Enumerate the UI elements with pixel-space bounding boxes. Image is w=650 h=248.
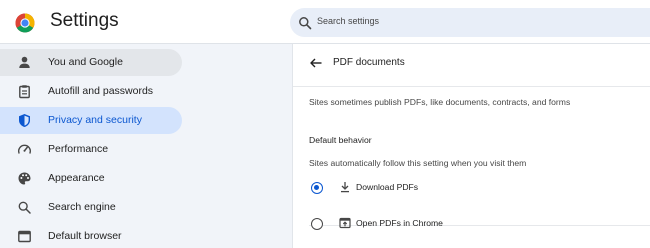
palette-icon (18, 172, 31, 185)
sidebar: You and Google Autofill and passwords Pr… (0, 44, 292, 248)
page-title: PDF documents (333, 57, 405, 68)
divider (293, 86, 650, 87)
search-placeholder: Search settings (317, 16, 380, 26)
sidebar-item-search-engine[interactable]: Search engine (0, 194, 182, 221)
option-open-pdfs-in-chrome[interactable]: Open PDFs in Chrome (293, 209, 650, 239)
top-bar: Settings Search settings (0, 0, 650, 44)
search-input[interactable]: Search settings (290, 8, 650, 37)
sidebar-item-privacy-and-security[interactable]: Privacy and security (0, 107, 182, 134)
download-icon (341, 182, 349, 193)
chrome-logo-icon (15, 13, 35, 33)
section-title: Default behavior (309, 135, 372, 145)
radio-button[interactable] (311, 182, 323, 194)
speedometer-icon (18, 144, 31, 154)
sidebar-item-label: Default browser (48, 230, 122, 242)
sidebar-item-default-browser[interactable]: Default browser (0, 223, 182, 248)
back-arrow-icon[interactable] (309, 56, 323, 70)
shield-icon (19, 114, 30, 127)
radio-button[interactable] (311, 218, 323, 230)
clipboard-icon (19, 85, 30, 99)
sidebar-item-autofill[interactable]: Autofill and passwords (0, 78, 182, 105)
open-in-browser-icon (339, 217, 351, 229)
page-description: Sites sometimes publish PDFs, like docum… (309, 97, 571, 107)
sidebar-item-performance[interactable]: Performance (0, 136, 182, 163)
search-icon (18, 201, 31, 214)
settings-page-pdf-documents: PDF documents Sites sometimes publish PD… (292, 44, 650, 248)
search-icon (299, 17, 312, 30)
option-download-pdfs[interactable]: Download PDFs (293, 173, 650, 203)
option-label: Open PDFs in Chrome (356, 218, 443, 228)
person-icon (19, 56, 30, 68)
sidebar-item-you-and-google[interactable]: You and Google (0, 49, 182, 76)
option-label: Download PDFs (356, 182, 419, 192)
sidebar-item-label: Performance (48, 143, 109, 155)
sidebar-item-label: Search engine (48, 201, 116, 213)
app-title: Settings (50, 10, 119, 31)
sidebar-item-label: Privacy and security (48, 114, 142, 126)
sidebar-item-label: Appearance (48, 172, 105, 184)
sidebar-item-label: Autofill and passwords (48, 85, 154, 97)
browser-icon (18, 230, 31, 243)
sidebar-item-appearance[interactable]: Appearance (0, 165, 182, 192)
sidebar-item-label: You and Google (48, 56, 123, 68)
section-description: Sites automatically follow this setting … (309, 158, 527, 168)
